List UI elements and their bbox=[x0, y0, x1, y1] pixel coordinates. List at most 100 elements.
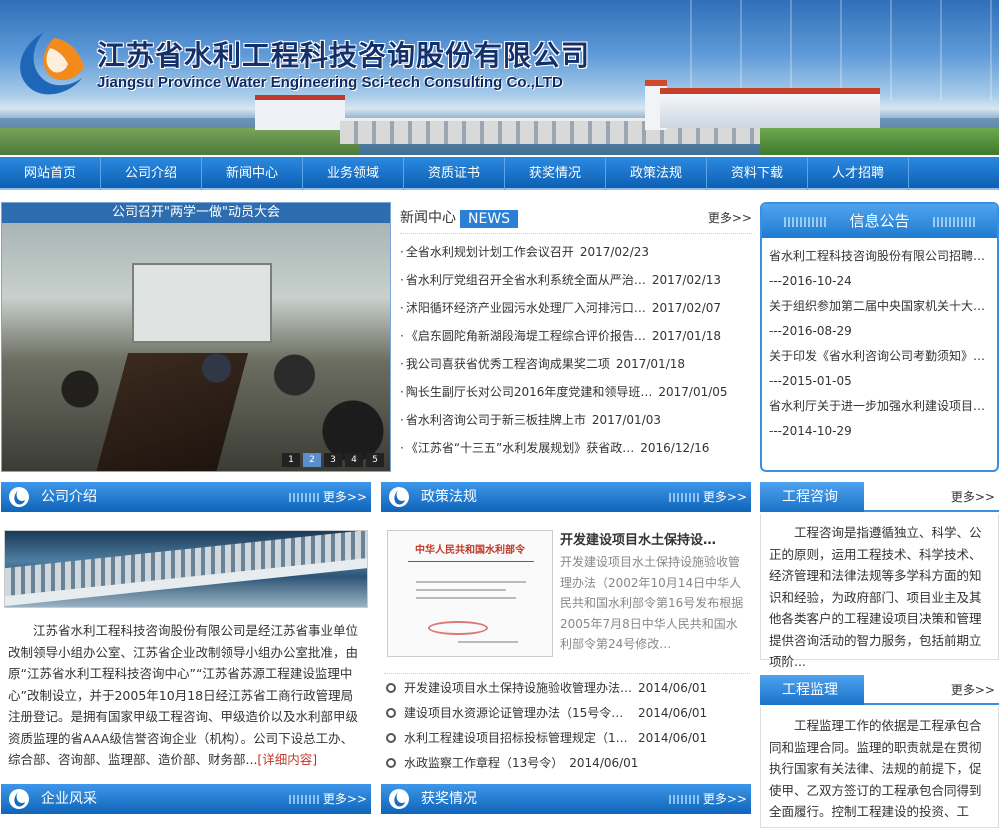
awards-more-link[interactable]: 更多>> bbox=[703, 784, 747, 814]
policy-link[interactable]: 水利工程建设项目招标投标管理规定（14… bbox=[404, 726, 632, 751]
list-item: 省水利厅关于进一步加强水利建设项目… ---2014-10-29 bbox=[769, 394, 991, 444]
notice-header-decoration bbox=[784, 217, 826, 227]
news-link[interactable]: 我公司喜获省优秀工程咨询成果奖二项 bbox=[406, 350, 610, 378]
nav-jobs[interactable]: 人才招聘 bbox=[808, 157, 909, 190]
slide-dot-1[interactable]: 1 bbox=[282, 453, 300, 467]
awards-title: 获奖情况 bbox=[421, 791, 477, 807]
list-item: · 陶长生副厅长对公司2016年度党建和领导班… 2017/01/05 bbox=[400, 378, 752, 406]
nav-news[interactable]: 新闻中心 bbox=[202, 157, 303, 190]
policy-feature-title[interactable]: 开发建设项目水土保持设… bbox=[560, 530, 745, 552]
policy-image-line bbox=[416, 589, 506, 591]
grid-decoration bbox=[669, 795, 699, 804]
policy-image-signature bbox=[428, 621, 488, 635]
policy-image-line bbox=[458, 641, 518, 643]
list-item: · 《启东圆陀角新湖段海堤工程综合评价报告… 2017/01/18 bbox=[400, 322, 752, 350]
policy-more-link[interactable]: 更多>> bbox=[703, 482, 747, 512]
list-item: 开发建设项目水土保持设施验收管理办法… 2014/06/01 bbox=[384, 676, 750, 701]
news-link[interactable]: 陶长生副厅长对公司2016年度党建和领导班… bbox=[406, 378, 653, 406]
slide-dot-3[interactable]: 3 bbox=[324, 453, 342, 467]
notice-board: 信息公告 省水利工程科技咨询股份有限公司招聘… ---2016-10-24 关于组… bbox=[760, 202, 999, 472]
main-nav: 网站首页 公司介绍 新闻中心 业务领域 资质证书 获奖情况 政策法规 资料下载 … bbox=[0, 157, 999, 214]
policy-document-image[interactable]: 中华人民共和国水利部令 bbox=[387, 530, 553, 657]
nav-about[interactable]: 公司介绍 bbox=[101, 157, 202, 190]
policy-link[interactable]: 开发建设项目水土保持设施验收管理办法… bbox=[404, 676, 632, 701]
consult-more-link[interactable]: 更多>> bbox=[951, 482, 995, 512]
intro-more-link[interactable]: 更多>> bbox=[323, 482, 367, 512]
notice-title: 信息公告 bbox=[849, 212, 910, 230]
policy-image-rule bbox=[408, 561, 534, 562]
notice-list: 省水利工程科技咨询股份有限公司招聘… ---2016-10-24 关于组织参加第二… bbox=[762, 238, 997, 444]
banner-land bbox=[0, 128, 360, 155]
supervise-tab[interactable]: 工程监理 bbox=[760, 675, 864, 705]
intro-image bbox=[4, 530, 368, 608]
news-tag: NEWS bbox=[460, 209, 519, 228]
slide-dot-2[interactable]: 2 bbox=[303, 453, 321, 467]
list-item: · 省水利厅党组召开全省水利系统全面从严治… 2017/02/13 bbox=[400, 266, 752, 294]
consult-box: 工程咨询是指遵循独立、科学、公正的原则，运用工程技术、科学技术、经济管理和法律法… bbox=[760, 514, 999, 669]
banner-building bbox=[660, 88, 880, 128]
consult-tab[interactable]: 工程咨询 bbox=[760, 482, 864, 512]
consult-text: 工程咨询是指遵循独立、科学、公正的原则，运用工程技术、科学技术、经济管理和法律法… bbox=[769, 525, 982, 669]
circle-bullet-icon bbox=[386, 683, 396, 693]
water-drop-icon bbox=[9, 487, 29, 507]
policy-link[interactable]: 建设项目水资源论证管理办法（15号令）… bbox=[404, 701, 632, 726]
notice-date: ---2016-10-24 bbox=[769, 274, 852, 288]
notice-link[interactable]: 关于印发《省水利咨询公司考勤须知》… bbox=[769, 344, 991, 369]
news-link[interactable]: 全省水利规划计划工作会议召开 bbox=[406, 238, 574, 266]
grid-decoration bbox=[669, 493, 699, 502]
circle-bullet-icon bbox=[386, 758, 396, 768]
notice-link[interactable]: 关于组织参加第二届中央国家机关十大… bbox=[769, 294, 991, 319]
supervise-more-link[interactable]: 更多>> bbox=[951, 675, 995, 705]
culture-section-header: 企业风采 更多>> bbox=[1, 784, 371, 814]
nav-downloads[interactable]: 资料下载 bbox=[707, 157, 808, 190]
culture-more-link[interactable]: 更多>> bbox=[323, 784, 367, 814]
grid-decoration bbox=[289, 493, 319, 502]
news-center: 新闻中心 NEWS 更多>> · 全省水利规划计划工作会议召开 2017/02/23 … bbox=[400, 202, 752, 472]
news-date: 2016/12/16 bbox=[640, 441, 710, 455]
list-item: 建设项目水资源论证管理办法（15号令）… 2014/06/01 bbox=[384, 701, 750, 726]
nav-certificates[interactable]: 资质证书 bbox=[404, 157, 505, 190]
notice-link[interactable]: 省水利厅关于进一步加强水利建设项目… bbox=[769, 394, 991, 419]
nav-home[interactable]: 网站首页 bbox=[0, 157, 101, 190]
notice-date: ---2014-10-29 bbox=[769, 424, 852, 438]
banner-lawn bbox=[760, 128, 999, 155]
nav-policy[interactable]: 政策法规 bbox=[606, 157, 707, 190]
news-more-link[interactable]: 更多>> bbox=[708, 202, 752, 234]
policy-date: 2014/06/01 bbox=[638, 681, 708, 695]
nav-business[interactable]: 业务领域 bbox=[303, 157, 404, 190]
notice-date: ---2015-01-05 bbox=[769, 374, 852, 388]
news-link[interactable]: 省水利厅党组召开全省水利系统全面从严治… bbox=[406, 266, 646, 294]
news-date: 2017/01/03 bbox=[591, 413, 662, 427]
news-date: 2017/02/07 bbox=[651, 301, 722, 315]
nav-awards[interactable]: 获奖情况 bbox=[505, 157, 606, 190]
news-link[interactable]: 《江苏省“十三五”水利发展规划》获省政… bbox=[406, 434, 634, 462]
news-slideshow[interactable]: 公司召开"两学一做"动员大会 12345 bbox=[1, 202, 391, 472]
slide-dot-4[interactable]: 4 bbox=[345, 453, 363, 467]
list-item: · 全省水利规划计划工作会议召开 2017/02/23 bbox=[400, 238, 752, 266]
slide-photo[interactable] bbox=[2, 223, 390, 471]
slide-dot-5[interactable]: 5 bbox=[366, 453, 384, 467]
circle-bullet-icon bbox=[386, 708, 396, 718]
slide-caption[interactable]: 公司召开"两学一做"动员大会 bbox=[2, 203, 390, 223]
notice-link[interactable]: 省水利工程科技咨询股份有限公司招聘… bbox=[769, 244, 991, 269]
policy-date: 2014/06/01 bbox=[569, 756, 639, 770]
banner-house bbox=[255, 95, 345, 130]
list-item: 关于组织参加第二届中央国家机关十大… ---2016-08-29 bbox=[769, 294, 991, 344]
intro-detail-link[interactable]: [详细内容] bbox=[257, 752, 317, 767]
list-item: · 《江苏省“十三五”水利发展规划》获省政… 2016/12/16 bbox=[400, 434, 752, 462]
slide-screen bbox=[132, 263, 272, 343]
policy-link[interactable]: 水政监察工作章程（13号令） bbox=[404, 751, 563, 776]
news-link[interactable]: 沭阳循环经济产业园污水处理厂入河排污口… bbox=[406, 294, 646, 322]
news-link[interactable]: 省水利咨询公司于新三板挂牌上市 bbox=[406, 406, 586, 434]
water-drop-icon bbox=[389, 789, 409, 809]
list-item: · 沭阳循环经济产业园污水处理厂入河排污口… 2017/02/07 bbox=[400, 294, 752, 322]
list-item: 关于印发《省水利咨询公司考勤须知》… ---2015-01-05 bbox=[769, 344, 991, 394]
policy-date: 2014/06/01 bbox=[638, 706, 708, 720]
news-link[interactable]: 《启东圆陀角新湖段海堤工程综合评价报告… bbox=[406, 322, 646, 350]
policy-title: 政策法规 bbox=[421, 489, 477, 505]
news-list: · 全省水利规划计划工作会议召开 2017/02/23 · 省水利厅党组召开全省水利系… bbox=[400, 238, 752, 462]
news-date: 2017/01/05 bbox=[658, 385, 728, 399]
list-item: · 省水利咨询公司于新三板挂牌上市 2017/01/03 bbox=[400, 406, 752, 434]
circle-bullet-icon bbox=[386, 733, 396, 743]
policy-image-header: 中华人民共和国水利部令 bbox=[415, 545, 525, 556]
